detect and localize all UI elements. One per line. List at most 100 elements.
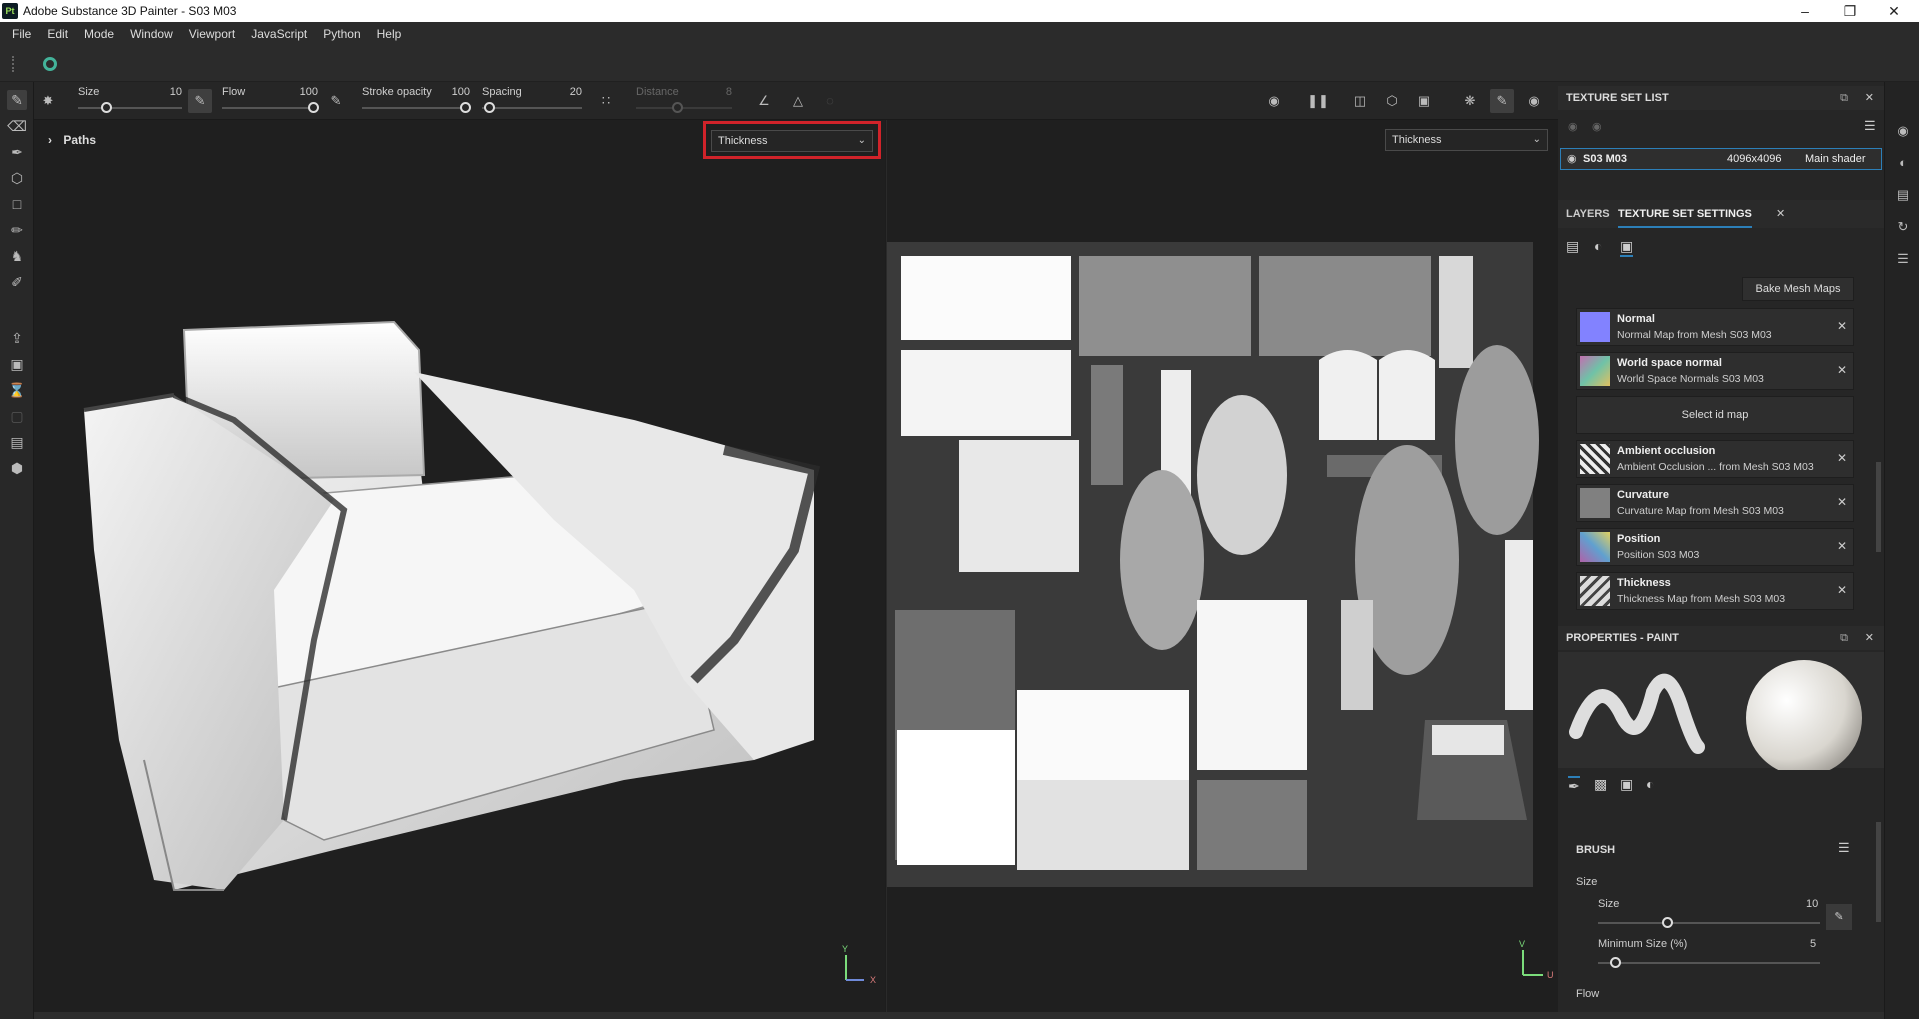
pen-pressure-size-icon[interactable]: ✎ [188,89,212,113]
smudge-tool-icon[interactable]: ✏ [7,220,27,240]
lazy-mouse-toggle-icon[interactable]: ∷ [594,89,618,113]
view-cube-icon[interactable]: ⬡ [1380,89,1404,113]
export-icon[interactable]: ⇪ [7,328,27,348]
shader-icon[interactable]: ◐ [1594,238,1602,254]
hide-overlay-icon[interactable]: ◉ [1262,89,1286,113]
menu-file[interactable]: File [4,27,39,41]
min-size-knob[interactable] [1610,957,1621,968]
close-panel-icon[interactable]: ✕ [1865,86,1874,110]
stroke-opacity-slider[interactable]: Stroke opacity 100 [362,82,471,120]
log-icon[interactable]: ☰ [1894,250,1912,268]
viewport-2d[interactable]: V U [886,120,1558,1015]
remove-map-icon[interactable]: ✕ [1837,539,1847,553]
mesh-map-curvature[interactable]: Curvature Curvature Map from Mesh S03 M0… [1576,484,1854,522]
popout-icon[interactable]: ⧉ [1840,86,1848,110]
spacing-knob[interactable] [484,102,495,113]
remove-map-icon[interactable]: ✕ [1837,583,1847,597]
menu-edit[interactable]: Edit [39,27,76,41]
split-view-icon[interactable]: ◫ [1348,89,1372,113]
remove-map-icon[interactable]: ✕ [1837,319,1847,333]
shader-settings-icon[interactable]: ◐ [1894,154,1912,172]
display-settings-icon[interactable]: ◉ [1894,122,1912,140]
texture-set-name: S03 M03 [1583,153,1628,165]
menu-mode[interactable]: Mode [76,27,122,41]
stroke-opacity-knob[interactable] [460,102,471,113]
screenshot-camera-icon[interactable]: ◉ [1522,89,1546,113]
material-tab-icon[interactable]: ◐ [1646,776,1654,792]
angle-icon[interactable]: ∠ [752,89,776,113]
polygon-fill-tool-icon[interactable]: □ [7,194,27,214]
prop-size-label: Size [1598,898,1620,910]
eye-icon[interactable]: ◉ [1567,149,1577,169]
close-panel-icon[interactable]: ✕ [1865,626,1874,650]
minimize-icon[interactable]: – [1782,0,1828,22]
pen-pressure-flow-icon[interactable]: ✎ [324,89,348,113]
brush-options-icon[interactable]: ☰ [1838,840,1850,856]
paths-label: Paths [63,133,97,147]
close-tab-icon[interactable]: ✕ [1776,200,1785,228]
mesh-maps-icon[interactable]: ▣ [1620,238,1634,257]
remove-map-icon[interactable]: ✕ [1837,495,1847,509]
mesh-map-thickness[interactable]: Thickness Thickness Map from Mesh S03 M0… [1576,572,1854,610]
lazy-mouse-icon[interactable]: ✸ [36,89,60,113]
remove-map-icon[interactable]: ✕ [1837,363,1847,377]
eraser-tool-icon[interactable]: ⌫ [7,116,27,136]
light-icon[interactable]: ❋ [1458,89,1482,113]
tab-texture-set-settings[interactable]: TEXTURE SET SETTINGS [1618,200,1752,228]
mesh-map-ambient-occlusion[interactable]: Ambient occlusion Ambient Occlusion ... … [1576,440,1854,478]
color-picker-tool-icon[interactable]: ✐ [7,272,27,292]
mesh-map-position[interactable]: Position Position S03 M03 ✕ [1576,528,1854,566]
popout-icon[interactable]: ⧉ [1840,626,1848,650]
visibility-icon[interactable]: ◉ [1592,120,1602,133]
properties-scrollbar[interactable] [1876,822,1881,922]
viewport-3d[interactable]: Y X [34,120,885,1015]
menu-help[interactable]: Help [369,27,410,41]
close-icon[interactable]: ✕ [1871,0,1917,22]
alpha-tab-icon[interactable]: ▩ [1594,776,1607,793]
history-icon[interactable]: ↻ [1894,218,1912,236]
symmetry-icon[interactable]: △ [786,89,810,113]
maximize-icon[interactable]: ❐ [1827,0,1873,22]
bake-mesh-maps-button[interactable]: Bake Mesh Maps [1742,277,1854,301]
camera-icon[interactable]: ▣ [1412,89,1436,113]
menu-window[interactable]: Window [122,27,181,41]
mesh-map-normal[interactable]: Normal Normal Map from Mesh S03 M03 ✕ [1576,308,1854,346]
size-slider[interactable]: Size 10 [78,82,182,120]
select-id-map-button[interactable]: Select id map [1576,396,1854,434]
flow-slider[interactable]: Flow 100 [222,82,319,120]
spacing-slider[interactable]: Spacing 20 [482,82,582,120]
screenshot-icon[interactable]: ▤ [7,432,27,452]
toolbar-grip-icon[interactable] [12,56,18,72]
flow-knob[interactable] [308,102,319,113]
visibility-off-icon[interactable]: ◉ [1568,120,1578,133]
paint-mode-icon[interactable]: ✎ [1490,89,1514,113]
plugin-ring-icon[interactable] [43,57,57,71]
bake-icon[interactable]: ▣ [7,354,27,374]
stencil-tab-icon[interactable]: ▣ [1620,776,1633,793]
paint-brush-tool-icon[interactable]: ✎ [7,90,27,110]
clone-tool-icon[interactable]: ♞ [7,246,27,266]
remove-map-icon[interactable]: ✕ [1837,451,1847,465]
menu-javascript[interactable]: JavaScript [243,27,315,41]
brush-tab-icon[interactable]: ✒ [1568,776,1580,795]
tab-layers[interactable]: LAYERS [1566,200,1610,228]
menu-viewport[interactable]: Viewport [181,27,243,41]
size-knob[interactable] [101,102,112,113]
pen-pressure-icon[interactable]: ✎ [1826,904,1852,930]
scrollbar[interactable] [1876,462,1881,552]
prop-size-knob[interactable] [1662,917,1673,928]
paths-section[interactable]: › Paths [48,133,96,147]
menu-bar: File Edit Mode Window Viewport JavaScrip… [0,22,1919,46]
menu-list-icon[interactable]: ☰ [1864,118,1876,134]
channel-select-2d[interactable]: Thickness ⌄ [1385,129,1548,151]
menu-python[interactable]: Python [315,27,368,41]
projection-tool-icon[interactable]: ✒ [7,142,27,162]
texture-set-row[interactable]: ◉ S03 M03 4096x4096 Main shader [1560,148,1882,170]
texture-set-settings-icon[interactable]: ▤ [1566,238,1579,255]
brush-stroke-preview [1569,673,1705,754]
mesh-map-world-space-normal[interactable]: World space normal World Space Normals S… [1576,352,1854,390]
mesh-icon[interactable]: ⬢ [7,458,27,478]
geometry-fill-tool-icon[interactable]: ⬡ [7,168,27,188]
pause-icon[interactable]: ❚❚ [1306,89,1330,113]
texture-set-icon[interactable]: ▤ [1894,186,1912,204]
